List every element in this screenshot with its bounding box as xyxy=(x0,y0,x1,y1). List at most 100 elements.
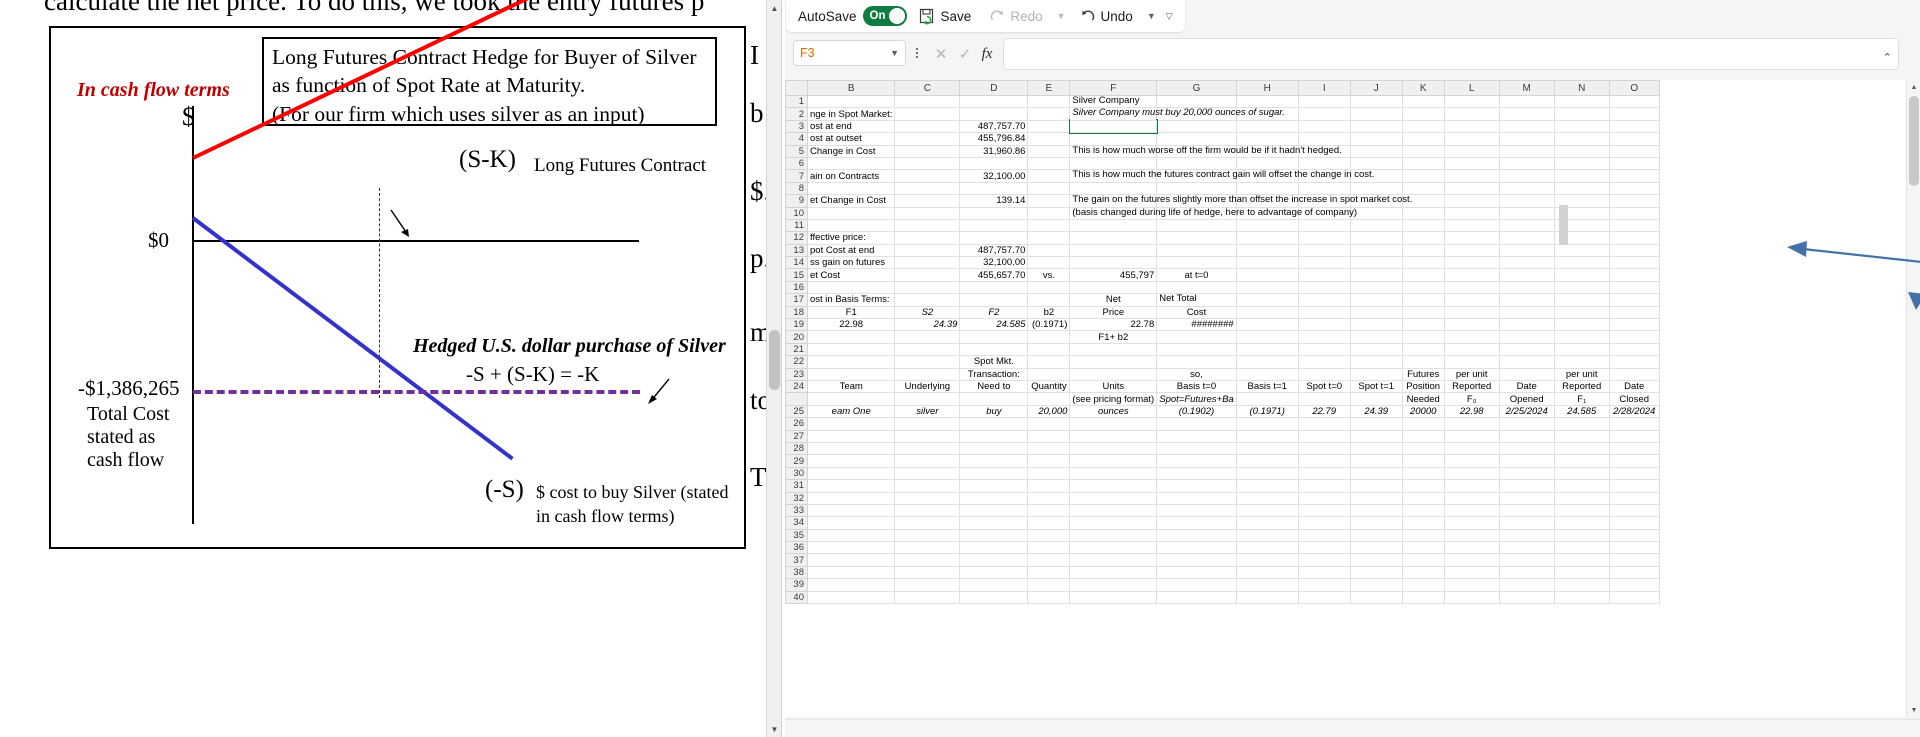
cell-J24[interactable]: Spot t=1 xyxy=(1349,379,1403,394)
cell-E40[interactable] xyxy=(1027,590,1071,605)
cell-G29[interactable] xyxy=(1156,454,1237,468)
cell-J38[interactable] xyxy=(1349,565,1403,580)
cell-N5[interactable] xyxy=(1553,144,1610,158)
formula-input[interactable]: ⌃ xyxy=(1003,38,1899,70)
cell-G14[interactable] xyxy=(1156,256,1237,270)
cell-H37[interactable] xyxy=(1235,553,1299,567)
cell-H3[interactable] xyxy=(1235,119,1299,134)
cell-M2[interactable] xyxy=(1498,107,1555,121)
cell-O14[interactable] xyxy=(1608,256,1660,270)
cell-F21[interactable] xyxy=(1069,342,1158,357)
cell-E39[interactable] xyxy=(1027,578,1071,592)
cell-B36[interactable] xyxy=(806,541,896,555)
cell-O10[interactable] xyxy=(1608,206,1660,220)
cell-H13[interactable] xyxy=(1235,243,1299,258)
cell-E10[interactable] xyxy=(1027,206,1071,220)
cell-N38[interactable] xyxy=(1553,565,1610,580)
cell-C38[interactable] xyxy=(894,565,961,580)
column-header-d[interactable]: D xyxy=(959,80,1029,96)
cell-B2[interactable]: nge in Spot Market: xyxy=(806,107,896,121)
cell-B6[interactable] xyxy=(806,156,896,171)
cell-C17[interactable] xyxy=(894,293,961,307)
cell-J23[interactable] xyxy=(1349,367,1403,382)
column-header-i[interactable]: I xyxy=(1297,80,1351,96)
cell-J27[interactable] xyxy=(1349,429,1403,443)
cell-K22[interactable] xyxy=(1401,355,1445,369)
excel-scroll-up-icon[interactable]: ▲ xyxy=(1907,80,1920,94)
cell-K17[interactable] xyxy=(1401,293,1445,307)
cell-L22[interactable] xyxy=(1443,355,1500,369)
row-header-10[interactable]: 10 xyxy=(785,206,808,220)
cell-M25[interactable]: 2/25/2024 xyxy=(1498,404,1555,419)
cell-N34[interactable] xyxy=(1553,516,1610,530)
cell-N6[interactable] xyxy=(1553,156,1610,171)
cell-G32[interactable] xyxy=(1156,491,1237,505)
cell-sub-J24[interactable] xyxy=(1349,392,1403,406)
cell-G11[interactable] xyxy=(1156,218,1237,233)
cell-F18[interactable]: Price xyxy=(1069,305,1158,320)
cell-F22[interactable] xyxy=(1069,355,1158,369)
cell-I27[interactable] xyxy=(1297,429,1351,443)
cell-N36[interactable] xyxy=(1553,541,1610,555)
cell-O12[interactable] xyxy=(1608,231,1660,245)
cell-E21[interactable] xyxy=(1027,342,1071,357)
cell-I8[interactable] xyxy=(1297,181,1351,196)
cell-B19[interactable]: 22.98 xyxy=(806,318,896,332)
cell-E23[interactable] xyxy=(1027,367,1071,382)
cell-C9[interactable] xyxy=(894,194,961,208)
cell-M11[interactable] xyxy=(1498,218,1555,233)
cell-C31[interactable] xyxy=(894,479,961,493)
cell-F24[interactable]: Units xyxy=(1069,379,1158,394)
cell-L10[interactable] xyxy=(1443,206,1500,220)
cell-M14[interactable] xyxy=(1498,256,1555,270)
cell-H32[interactable] xyxy=(1235,491,1299,505)
document-scroll-thumb[interactable] xyxy=(769,330,780,390)
cell-E7[interactable] xyxy=(1027,169,1071,183)
cell-F39[interactable] xyxy=(1069,578,1158,592)
cell-F30[interactable] xyxy=(1069,466,1158,481)
cell-H36[interactable] xyxy=(1235,541,1299,555)
cell-O19[interactable] xyxy=(1608,318,1660,332)
cell-O7[interactable] xyxy=(1608,169,1660,183)
cell-O16[interactable] xyxy=(1608,280,1660,295)
cell-H31[interactable] xyxy=(1235,479,1299,493)
cell-E35[interactable] xyxy=(1027,528,1071,543)
cell-J40[interactable] xyxy=(1349,590,1403,605)
cell-N1[interactable] xyxy=(1553,94,1610,109)
cell-J29[interactable] xyxy=(1349,454,1403,468)
undo-chevron-down-icon[interactable]: ▼ xyxy=(1145,11,1158,21)
cell-C29[interactable] xyxy=(894,454,961,468)
cell-N24[interactable]: Reported xyxy=(1553,379,1610,394)
cell-I37[interactable] xyxy=(1297,553,1351,567)
cell-E32[interactable] xyxy=(1027,491,1071,505)
cell-J36[interactable] xyxy=(1349,541,1403,555)
cell-B8[interactable] xyxy=(806,181,896,196)
cell-C1[interactable] xyxy=(894,94,961,109)
cell-O25[interactable]: 2/28/2024 xyxy=(1608,404,1660,419)
cell-J35[interactable] xyxy=(1349,528,1403,543)
row-header-20[interactable]: 20 xyxy=(785,330,808,344)
cell-N8[interactable] xyxy=(1553,181,1610,196)
cell-J14[interactable] xyxy=(1349,256,1403,270)
cell-F35[interactable] xyxy=(1069,528,1158,543)
cell-B24[interactable]: Team xyxy=(806,379,896,394)
cell-D32[interactable] xyxy=(959,491,1029,505)
cell-L32[interactable] xyxy=(1443,491,1500,505)
cell-C16[interactable] xyxy=(894,280,961,295)
cell-H29[interactable] xyxy=(1235,454,1299,468)
cell-B21[interactable] xyxy=(806,342,896,357)
row-header-12[interactable]: 12 xyxy=(785,231,808,245)
cell-B4[interactable]: ost at outset xyxy=(806,132,896,146)
cell-H8[interactable] xyxy=(1235,181,1299,196)
row-header-21[interactable]: 21 xyxy=(785,342,808,357)
cell-B26[interactable] xyxy=(806,417,896,431)
cell-sub-E24[interactable] xyxy=(1027,392,1071,406)
cell-M19[interactable] xyxy=(1498,318,1555,332)
cell-E2[interactable] xyxy=(1027,107,1071,121)
cell-N2[interactable] xyxy=(1553,107,1610,121)
name-box-chevron-down-icon[interactable]: ▼ xyxy=(890,48,899,58)
cell-L23[interactable]: per unit xyxy=(1443,367,1500,382)
row-header-27[interactable]: 27 xyxy=(785,429,808,443)
row-header-19[interactable]: 19 xyxy=(785,318,808,332)
row-split-handle[interactable] xyxy=(1559,205,1568,245)
